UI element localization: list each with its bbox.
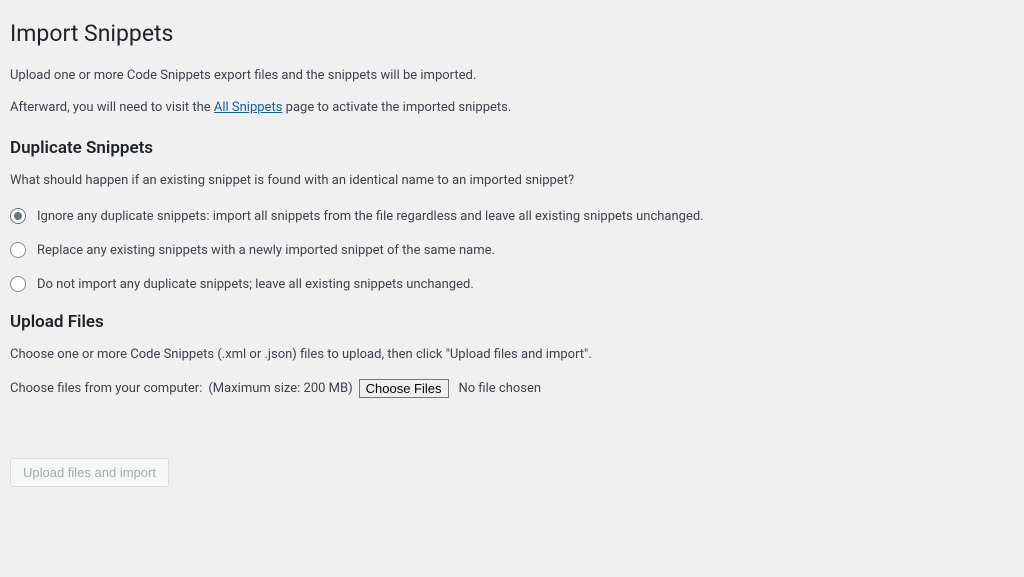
no-file-chosen: No file chosen <box>459 381 542 396</box>
upload-desc: Choose one or more Code Snippets (.xml o… <box>10 345 1014 365</box>
page-title: Import Snippets <box>10 10 1014 53</box>
radio-skip[interactable] <box>10 276 26 292</box>
choose-label: Choose files from your computer: <box>10 381 202 396</box>
label-skip[interactable]: Do not import any duplicate snippets; le… <box>37 277 474 292</box>
duplicate-question: What should happen if an existing snippe… <box>10 171 1014 191</box>
duplicate-options: Ignore any duplicate snippets: import al… <box>10 208 1014 292</box>
option-skip: Do not import any duplicate snippets; le… <box>10 276 1014 292</box>
duplicate-heading: Duplicate Snippets <box>10 138 1014 158</box>
radio-ignore[interactable] <box>10 208 26 224</box>
submit-row: Upload files and import <box>10 458 1014 487</box>
option-replace: Replace any existing snippets with a new… <box>10 242 1014 258</box>
choose-files-button[interactable]: Choose Files <box>359 379 449 398</box>
intro-text-1: Upload one or more Code Snippets export … <box>10 66 1014 86</box>
label-replace[interactable]: Replace any existing snippets with a new… <box>37 243 495 258</box>
max-size: (Maximum size: 200 MB) <box>208 381 352 396</box>
option-ignore: Ignore any duplicate snippets: import al… <box>10 208 1014 224</box>
intro-text-2: Afterward, you will need to visit the Al… <box>10 98 1014 118</box>
upload-heading: Upload Files <box>10 312 1014 332</box>
file-row: Choose files from your computer: (Maximu… <box>10 379 1014 398</box>
radio-replace[interactable] <box>10 242 26 258</box>
all-snippets-link[interactable]: All Snippets <box>214 100 283 115</box>
intro-prefix: Afterward, you will need to visit the <box>10 100 214 115</box>
label-ignore[interactable]: Ignore any duplicate snippets: import al… <box>37 209 704 224</box>
upload-import-button[interactable]: Upload files and import <box>10 458 169 487</box>
intro-suffix: page to activate the imported snippets. <box>282 100 511 115</box>
